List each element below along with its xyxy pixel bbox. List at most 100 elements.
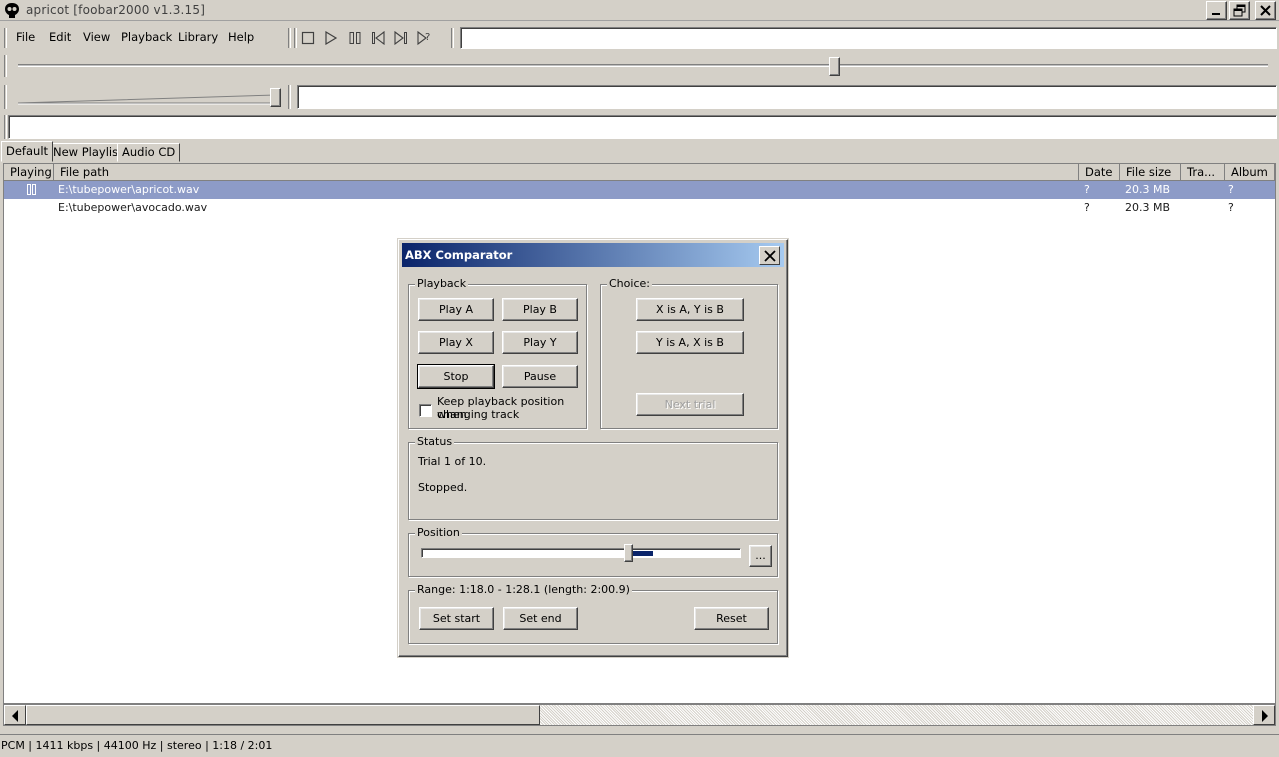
search-toolbar — [0, 113, 1279, 141]
dialog-close-button[interactable] — [759, 246, 780, 265]
tab-audio-cd[interactable]: Audio CD — [117, 143, 181, 162]
y-is-a-button[interactable]: Y is A, X is B — [636, 331, 744, 354]
abx-range-marker — [631, 551, 653, 556]
tab-label: New Playlist — [53, 145, 123, 159]
stop-button[interactable]: Stop — [417, 364, 495, 389]
menu-help[interactable]: Help — [224, 26, 258, 48]
playlist-row[interactable]: E:\tubepower\avocado.wav ? 20.3 MB ? — [4, 199, 1275, 217]
toolbar-grip[interactable] — [4, 115, 7, 139]
playback-status-text: Stopped. — [418, 481, 468, 494]
file-size-cell: 20.3 MB — [1125, 183, 1171, 196]
random-icon[interactable]: ? — [417, 30, 433, 46]
close-icon — [764, 250, 776, 262]
seekbar-toolbar — [0, 52, 1279, 80]
pause-icon[interactable] — [348, 31, 362, 45]
toolbar-text-field[interactable] — [297, 85, 1277, 109]
seekbar-thumb[interactable] — [829, 57, 840, 76]
tab-default[interactable]: Default — [1, 141, 54, 162]
close-window-button[interactable] — [1255, 1, 1276, 20]
svg-text:?: ? — [425, 32, 430, 43]
toolbar-grip[interactable] — [4, 28, 7, 48]
toolbar-text-field[interactable] — [460, 27, 1277, 49]
x-is-a-button[interactable]: X is A, Y is B — [636, 298, 744, 321]
tab-label: Default — [6, 144, 49, 158]
minimize-button[interactable] — [1206, 1, 1227, 20]
menu-toolbar-row: File Edit View Playback Library Help — [0, 26, 1279, 50]
restore-icon — [1233, 4, 1246, 17]
tab-label: Audio CD — [122, 145, 176, 159]
album-cell: ? — [1228, 183, 1234, 196]
trial-status-text: Trial 1 of 10. — [418, 455, 487, 468]
file-size-cell: 20.3 MB — [1125, 201, 1171, 214]
column-header-playing[interactable]: Playing — [4, 164, 54, 181]
reset-button[interactable]: Reset — [694, 607, 769, 630]
scroll-left-button[interactable] — [4, 705, 26, 725]
dialog-title: ABX Comparator — [405, 248, 513, 262]
close-icon — [1260, 5, 1271, 16]
menu-edit[interactable]: Edit — [45, 26, 75, 48]
horizontal-scrollbar[interactable] — [3, 704, 1276, 726]
abx-comparator-dialog: ABX Comparator Playback Play A Play B Pl… — [398, 239, 788, 657]
position-slider-thumb[interactable] — [624, 544, 633, 562]
status-group-label: Status — [415, 435, 455, 448]
set-start-button[interactable]: Set start — [419, 607, 494, 630]
toolbar-grip[interactable] — [4, 55, 7, 77]
seekbar-track[interactable] — [18, 64, 1268, 67]
range-group-label: Range: 1:18.0 - 1:28.1 (length: 2:00.9) — [415, 583, 632, 596]
tab-new-playlist[interactable]: New Playlist — [48, 143, 128, 162]
column-header-date[interactable]: Date — [1079, 164, 1120, 181]
menu-playback[interactable]: Playback — [117, 26, 176, 48]
volume-toolbar — [0, 82, 1279, 112]
column-header-file-size[interactable]: File size — [1120, 164, 1181, 181]
column-header-album[interactable]: Album — [1225, 164, 1275, 181]
next-icon[interactable] — [394, 31, 408, 45]
menu-file[interactable]: File — [12, 26, 39, 48]
title-bar[interactable]: apricot [foobar2000 v1.3.15] — [0, 0, 1279, 21]
position-more-button[interactable]: ... — [749, 545, 772, 567]
volume-slider-wedge[interactable] — [18, 88, 280, 106]
dialog-title-bar[interactable]: ABX Comparator — [402, 243, 784, 267]
toolbar-grip[interactable] — [288, 28, 291, 48]
restore-button[interactable] — [1229, 1, 1250, 20]
scroll-right-button[interactable] — [1253, 705, 1275, 725]
next-trial-button[interactable]: Next trial — [636, 393, 744, 416]
playlist-row[interactable]: E:\tubepower\apricot.wav ? 20.3 MB ? — [4, 181, 1275, 199]
scroll-thumb[interactable] — [26, 705, 540, 725]
toolbar-grip[interactable] — [4, 85, 7, 109]
pause-button[interactable]: Pause — [502, 365, 578, 388]
menu-library[interactable]: Library — [174, 26, 222, 48]
position-slider-track[interactable] — [421, 548, 741, 558]
status-group: Status Trial 1 of 10. Stopped. — [408, 435, 778, 520]
window-title: apricot [foobar2000 v1.3.15] — [26, 3, 206, 17]
play-y-button[interactable]: Play Y — [502, 331, 578, 354]
play-a-button[interactable]: Play A — [418, 298, 494, 321]
playback-group: Playback Play A Play B Play X Play Y Sto… — [408, 277, 587, 429]
toolbar-grip[interactable] — [451, 28, 454, 48]
play-icon[interactable] — [324, 31, 338, 45]
toolbar-grip[interactable] — [288, 85, 291, 109]
foobar-app-icon — [5, 3, 19, 18]
album-cell: ? — [1228, 201, 1234, 214]
previous-icon[interactable] — [371, 31, 385, 45]
arrow-right-icon — [1262, 710, 1268, 722]
toolbar-grip[interactable] — [294, 28, 297, 48]
set-end-button[interactable]: Set end — [503, 607, 578, 630]
status-bar: PCM | 1411 kbps | 44100 Hz | stereo | 1:… — [0, 734, 1279, 757]
search-input[interactable] — [8, 115, 1277, 139]
choice-group-label: Choice: — [607, 277, 652, 290]
position-group: Position ... — [408, 526, 778, 577]
date-cell: ? — [1084, 183, 1090, 196]
pause-icon — [27, 184, 36, 195]
column-header-track[interactable]: Tra... — [1181, 164, 1225, 181]
play-x-button[interactable]: Play X — [418, 331, 494, 354]
status-text: PCM | 1411 kbps | 44100 Hz | stereo | 1:… — [1, 739, 273, 752]
volume-thumb[interactable] — [270, 88, 281, 107]
keep-position-checkbox[interactable] — [419, 404, 432, 417]
play-b-button[interactable]: Play B — [502, 298, 578, 321]
menu-view[interactable]: View — [79, 26, 114, 48]
file-path-cell: E:\tubepower\avocado.wav — [58, 201, 208, 214]
minimize-icon — [1212, 13, 1220, 15]
playback-group-label: Playback — [415, 277, 469, 290]
stop-icon[interactable] — [301, 31, 315, 45]
column-header-file-path[interactable]: File path — [54, 164, 1079, 181]
